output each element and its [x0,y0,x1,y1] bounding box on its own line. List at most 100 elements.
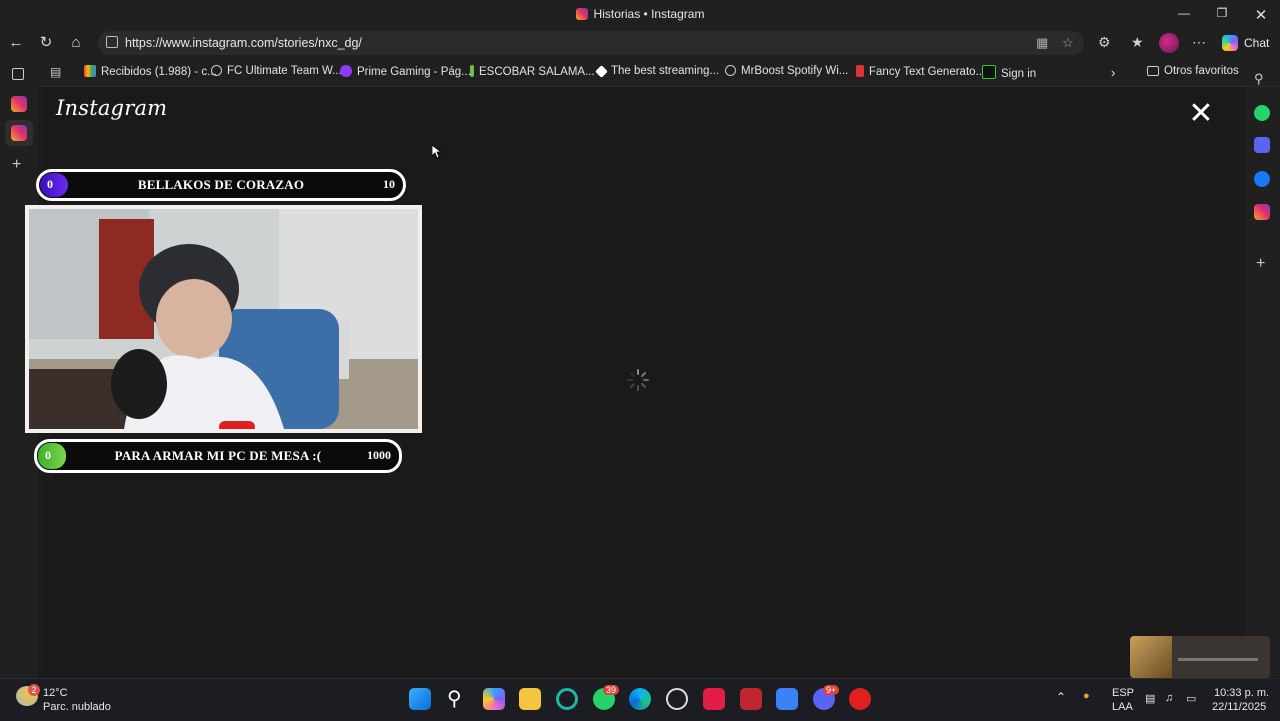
search-icon[interactable]: ⚲ [1254,71,1264,87]
input-language-top[interactable]: ESP [1112,687,1134,699]
extensions-icon[interactable]: ⚙ [1098,34,1111,51]
copilot-taskbar-icon[interactable] [483,688,505,710]
bookmark-fc-ultimate[interactable]: FC Ultimate Team W... [211,65,342,77]
razer-icon [982,65,996,79]
window-titlebar: Historias • Instagram — ❐ ✕ [0,0,1280,28]
bookmark-label: The best streaming... [611,65,720,77]
chat-label: Chat [1244,36,1270,50]
leaf-icon [470,65,474,77]
tab-instagram-1[interactable] [11,96,27,112]
copilot-icon [1222,35,1238,51]
mini-player-progress[interactable] [1178,658,1258,661]
window-title: Historias • Instagram [0,7,1280,21]
bookmark-escobar[interactable]: ESCOBAR SALAMA... [470,65,595,78]
url-text[interactable]: https://www.instagram.com/stories/nxc_dg… [125,36,362,50]
gmail-icon [84,65,96,77]
search-taskbar-icon[interactable]: ⚲ [447,686,462,711]
new-tab-icon[interactable]: + [12,156,21,174]
tab-actions-icon[interactable] [12,68,24,80]
globe-icon [725,65,736,76]
bookmark-mrboost[interactable]: MrBoost Spotify Wi... [725,65,848,77]
edge-taskbar-icon[interactable] [629,688,651,710]
instagram-sidebar-icon[interactable] [1254,204,1270,220]
facebook-sidebar-icon[interactable] [1254,171,1270,187]
add-sidebar-app-icon[interactable]: + [1256,255,1265,273]
bookmark-label: FC Ultimate Team W... [227,65,342,77]
goal-top-label: BELLAKOS DE CORAZAO [137,177,305,192]
steam-taskbar-icon[interactable] [666,688,688,710]
bookmark-label: Recibidos (1.988) - c... [101,66,217,78]
discord-sidebar-icon[interactable] [1254,137,1270,153]
more-bookmarks-icon[interactable]: › [1111,65,1115,80]
folder-icon [1147,66,1159,76]
network-icon[interactable]: ▤ [1145,692,1155,705]
file-explorer-icon[interactable] [519,688,541,710]
mini-player[interactable] [1130,636,1270,678]
volume-icon[interactable]: ♫ [1165,692,1173,704]
globe-icon [211,65,222,76]
goal-bottom-target-value: 1000 [367,448,391,462]
instagram-icon [11,125,27,141]
webcam-video [29,209,418,429]
bookmarks-bar: ▤ Recibidos (1.988) - c... FC Ultimate T… [0,58,1280,87]
minimize-icon[interactable]: — [1174,6,1194,22]
input-language-bottom[interactable]: LAA [1112,701,1133,713]
bookmark-label: ESCOBAR SALAMA... [479,66,595,78]
weather-badge: 2 [28,684,40,696]
bookmark-gmail[interactable]: Recibidos (1.988) - c... [84,65,217,78]
tiktok-taskbar-icon[interactable] [703,688,725,710]
reading-list-icon[interactable]: ▤ [50,65,61,79]
clock-time[interactable]: 10:33 p. m. [1214,687,1269,699]
instagram-logo[interactable]: Instagram [56,96,167,120]
weather-description[interactable]: Parc. nublado [43,701,111,713]
start-icon[interactable] [409,688,431,710]
close-story-icon[interactable]: ✕ [1188,99,1214,129]
favorite-star-icon[interactable]: ☆ [1062,35,1074,51]
favorites-icon[interactable]: ★ [1131,34,1144,51]
discord-badge: 9+ [823,685,840,695]
app-available-icon[interactable]: ▦ [1036,35,1048,51]
bookmark-label: Sign in [1001,68,1037,80]
close-window-icon[interactable]: ✕ [1251,6,1271,24]
bookmark-sign-in[interactable]: Sign in [982,65,1036,80]
restore-icon[interactable]: ❐ [1212,6,1232,22]
other-favorites-folder[interactable]: Otros favoritos [1147,65,1239,77]
other-favorites-label: Otros favoritos [1164,65,1239,77]
show-hidden-icons-icon[interactable]: ⌃ [1056,690,1066,704]
goal-top-target-value: 10 [383,177,395,191]
fancy-text-icon [856,65,864,77]
bookmark-label: Fancy Text Generato... [869,66,986,78]
mini-player-thumbnail [1130,636,1172,678]
bookmark-prime-gaming[interactable]: Prime Gaming - Pág... [340,65,471,78]
media-player-taskbar-icon[interactable] [849,688,871,710]
copilot-chat-button[interactable]: Chat [1219,32,1273,54]
clock-date[interactable]: 22/11/2025 [1212,701,1266,713]
whatsapp-badge: 39 [603,685,620,695]
goal-bar-top: 0 BELLAKOS DE CORAZAO 10 [36,169,406,201]
diamond-icon [595,65,608,78]
webcam-scene-image [29,209,418,429]
weather-temperature[interactable]: 12°C [43,687,68,699]
more-options-icon[interactable]: ⋯ [1192,34,1206,51]
notepad-taskbar-icon[interactable] [776,688,798,710]
refresh-icon[interactable]: ↻ [35,33,57,53]
app-c-icon[interactable] [556,688,578,710]
bookmark-streaming[interactable]: The best streaming... [595,65,720,78]
loading-spinner-icon [627,369,649,391]
bookmark-label: Prime Gaming - Pág... [357,66,471,78]
site-info-icon[interactable] [106,36,118,48]
bookmark-fancy-text[interactable]: Fancy Text Generato... [856,65,985,78]
profile-avatar[interactable] [1159,33,1179,53]
right-sidebar: ⚲ + [1246,71,1280,677]
home-icon[interactable]: ⌂ [65,33,87,53]
webcam-video-frame [25,205,422,433]
address-bar[interactable]: https://www.instagram.com/stories/nxc_dg… [98,31,1084,55]
typeframe-taskbar-icon[interactable] [740,688,762,710]
microphone-icon[interactable]: ● [1083,690,1090,702]
goal-bottom-label: PARA ARMAR MI PC DE MESA :( [114,448,322,463]
whatsapp-sidebar-icon[interactable] [1254,105,1270,121]
battery-icon[interactable]: ▭ [1186,692,1196,705]
goal-bar-bottom: 0 PARA ARMAR MI PC DE MESA :( 1000 [34,439,402,473]
tab-instagram-active[interactable] [5,120,33,146]
back-icon[interactable]: ← [5,33,27,53]
